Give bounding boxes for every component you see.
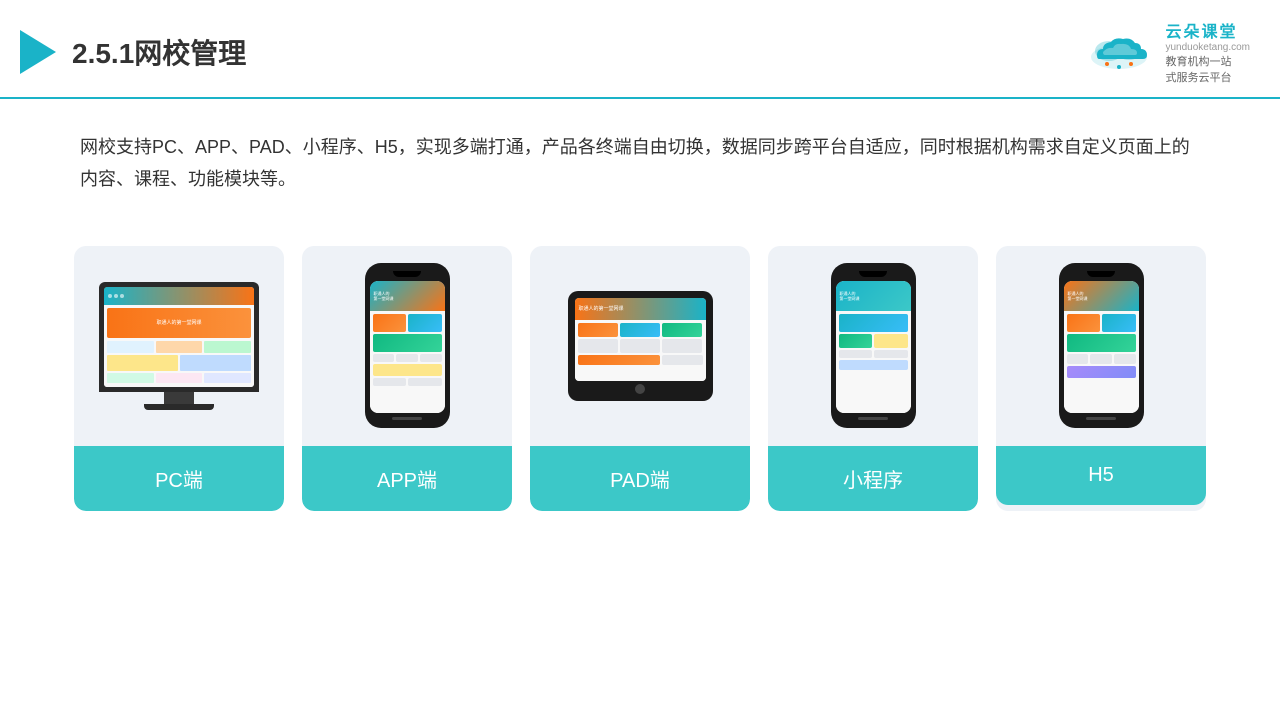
logo-slogan: 教育机构一站式服务云平台 — [1165, 53, 1231, 85]
cards-area: 职通人的第一堂网课 — [0, 226, 1280, 541]
card-h5: 职通人的第一堂网课 — [996, 246, 1206, 511]
card-app-image: 职通人的第一堂网课 — [302, 246, 512, 446]
page-title: 2.5.1网校管理 — [72, 32, 246, 72]
card-app-label: APP端 — [302, 446, 512, 511]
logo-url: yunduoketang.com — [1165, 42, 1250, 53]
header-left: 2.5.1网校管理 — [20, 30, 246, 74]
logo-icon — [1079, 29, 1159, 74]
card-miniapp: 职通人的第一堂网课 — [768, 246, 978, 511]
card-pad: 职通人的第一堂网课 — [530, 246, 750, 511]
card-miniapp-image: 职通人的第一堂网课 — [768, 246, 978, 446]
pad-mockup: 职通人的第一堂网课 — [568, 291, 713, 401]
card-pc: 职通人的第一堂网课 — [74, 246, 284, 511]
pc-monitor: 职通人的第一堂网课 — [99, 282, 259, 410]
card-pc-label: PC端 — [74, 446, 284, 511]
card-pad-image: 职通人的第一堂网课 — [530, 246, 750, 446]
description-content: 网校支持PC、APP、PAD、小程序、H5，实现多端打通，产品各终端自由切换，数… — [80, 137, 1190, 189]
header: 2.5.1网校管理 云朵课堂 yunduoketang.com 教育机构一站式服… — [0, 0, 1280, 99]
description-text: 网校支持PC、APP、PAD、小程序、H5，实现多端打通，产品各终端自由切换，数… — [0, 99, 1280, 216]
card-pc-image: 职通人的第一堂网课 — [74, 246, 284, 446]
card-h5-label: H5 — [996, 446, 1206, 505]
logo-text: 云朵课堂 yunduoketang.com 教育机构一站式服务云平台 — [1165, 18, 1250, 85]
card-pad-label: PAD端 — [530, 446, 750, 511]
card-h5-image: 职通人的第一堂网课 — [996, 246, 1206, 446]
logo-slogan-text: 教育机构一站式服务云平台 — [1165, 53, 1231, 85]
logo-name: 云朵课堂 — [1165, 18, 1237, 42]
logo: 云朵课堂 yunduoketang.com 教育机构一站式服务云平台 — [1079, 18, 1250, 85]
card-app: 职通人的第一堂网课 — [302, 246, 512, 511]
play-icon — [20, 30, 56, 74]
card-miniapp-label: 小程序 — [768, 446, 978, 511]
phone-mockup-h5: 职通人的第一堂网课 — [1059, 263, 1144, 428]
phone-mockup-miniapp: 职通人的第一堂网课 — [831, 263, 916, 428]
phone-mockup-app: 职通人的第一堂网课 — [365, 263, 450, 428]
